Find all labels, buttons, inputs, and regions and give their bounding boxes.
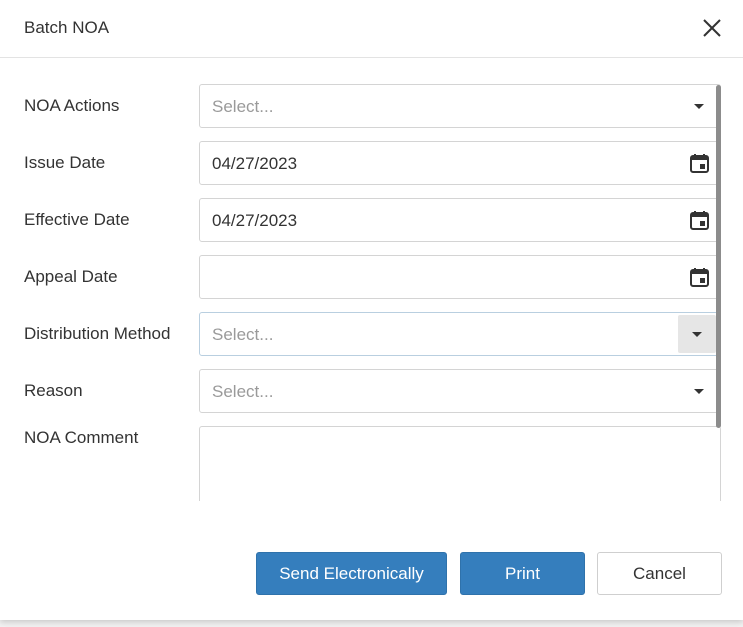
distribution-method-select[interactable]: Select... (199, 312, 721, 356)
dialog-header: Batch NOA (0, 0, 743, 58)
send-electronically-button[interactable]: Send Electronically (256, 552, 447, 595)
chevron-down-icon (692, 332, 702, 337)
reason-placeholder: Select... (212, 382, 274, 401)
noa-actions-select[interactable]: Select... (199, 84, 721, 128)
calendar-icon[interactable] (690, 268, 709, 287)
distribution-method-placeholder: Select... (212, 325, 274, 344)
print-button[interactable]: Print (460, 552, 585, 595)
effective-date-field[interactable]: 04/27/2023 (199, 198, 721, 242)
appeal-date-field[interactable] (199, 255, 721, 299)
noa-actions-placeholder: Select... (212, 97, 274, 116)
issue-date-label: Issue Date (24, 153, 106, 172)
effective-date-value: 04/27/2023 (212, 211, 298, 230)
close-button[interactable] (700, 16, 724, 40)
distribution-method-label: Distribution Method (24, 324, 171, 343)
chevron-down-icon (694, 389, 704, 394)
issue-date-field[interactable]: 04/27/2023 (199, 141, 721, 185)
noa-comment-label: NOA Comment (24, 428, 139, 447)
reason-select[interactable]: Select... (199, 369, 721, 413)
batch-noa-dialog: Batch NOA NOA Actions Select... Issue Da… (0, 0, 743, 620)
dialog-body: NOA Actions Select... Issue Date 04/27/2… (0, 59, 743, 501)
reason-label: Reason (24, 381, 83, 400)
close-icon (703, 19, 721, 37)
chevron-down-icon (694, 104, 704, 109)
calendar-icon[interactable] (690, 154, 709, 173)
appeal-date-label: Appeal Date (24, 267, 118, 286)
cancel-button[interactable]: Cancel (597, 552, 722, 595)
noa-actions-label: NOA Actions (24, 96, 120, 115)
scrollbar[interactable] (716, 85, 721, 428)
effective-date-label: Effective Date (24, 210, 130, 229)
dialog-title: Batch NOA (24, 18, 110, 37)
dialog-footer: Send Electronically Print Cancel (0, 501, 743, 620)
dropdown-toggle[interactable] (678, 315, 716, 353)
calendar-icon[interactable] (690, 211, 709, 230)
noa-comment-textarea[interactable] (199, 426, 721, 501)
issue-date-value: 04/27/2023 (212, 154, 298, 173)
